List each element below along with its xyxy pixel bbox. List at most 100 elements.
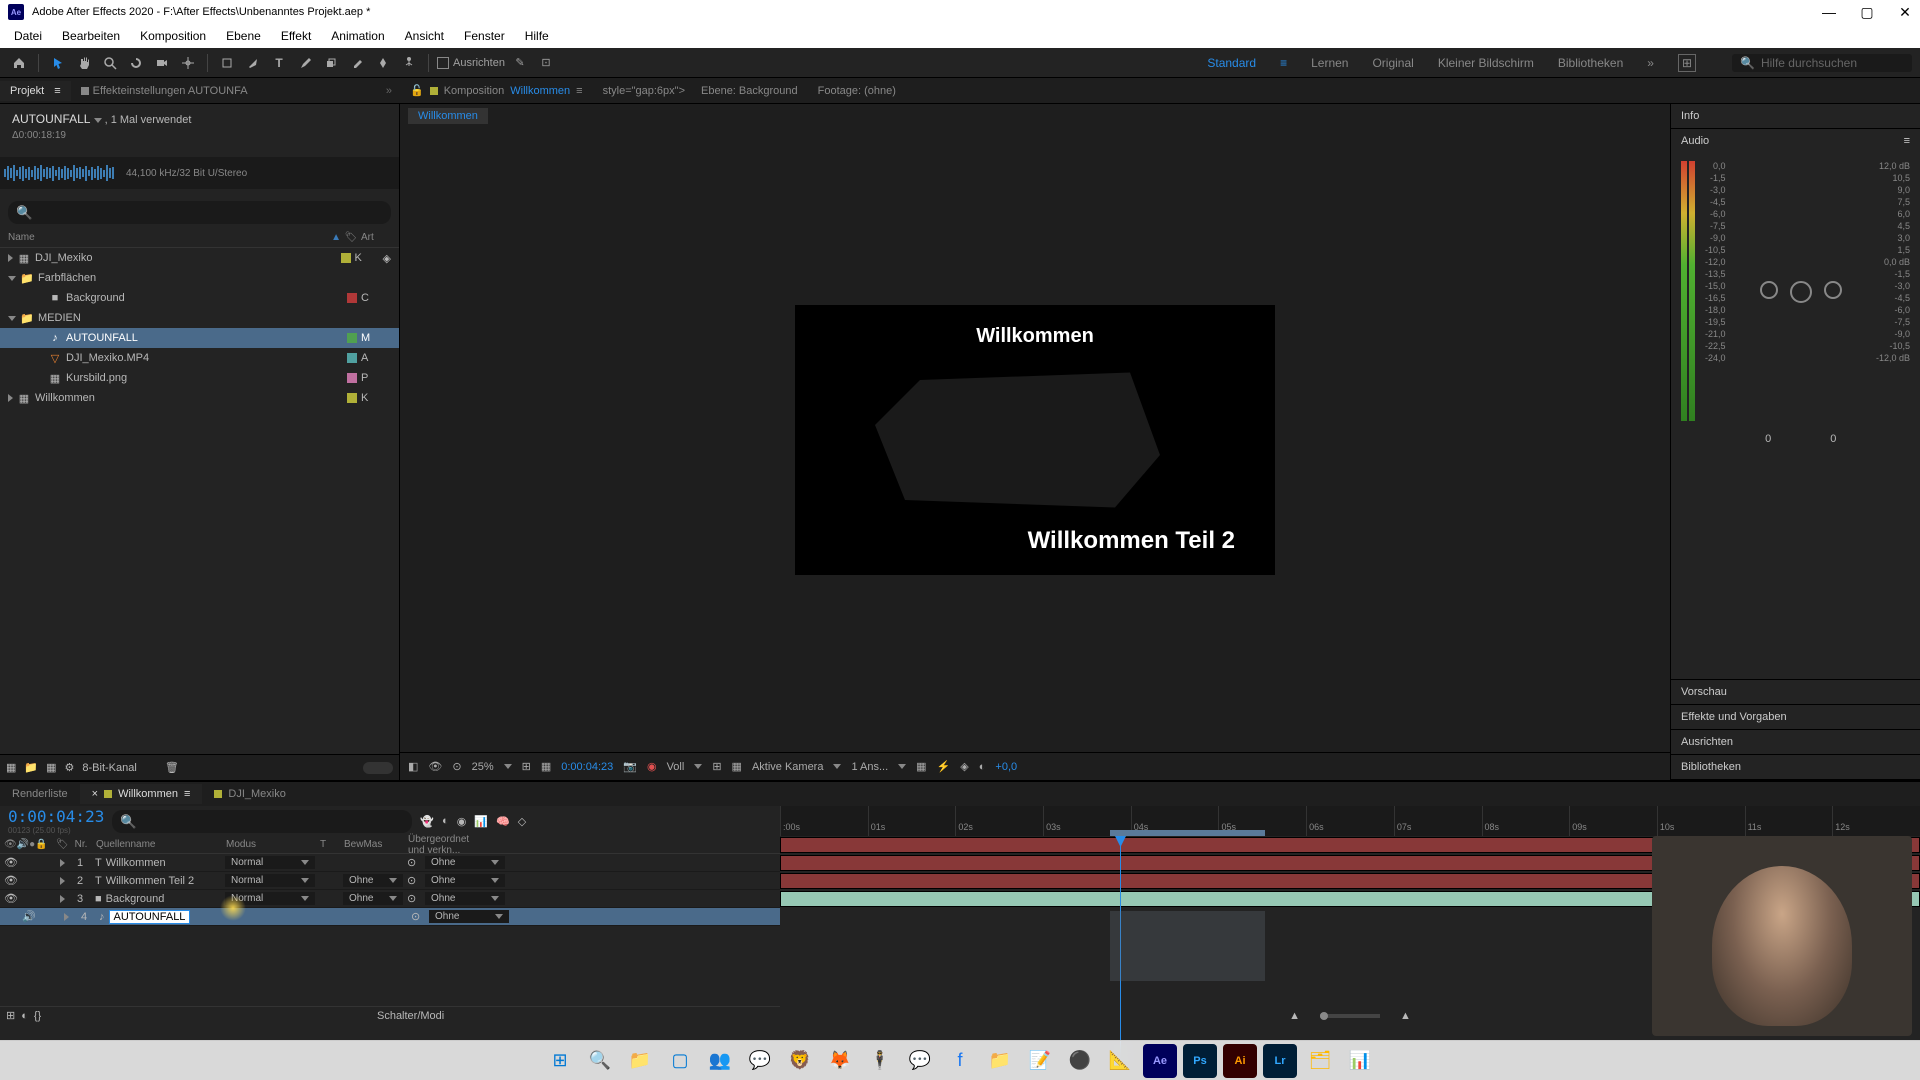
tree-item-image[interactable]: ▦Kursbild.pngP: [0, 368, 399, 388]
comp-breadcrumb[interactable]: Willkommen: [408, 108, 488, 124]
zoom-tool[interactable]: [99, 52, 121, 74]
text-tool[interactable]: T: [268, 52, 290, 74]
ref-icon[interactable]: ◐: [979, 761, 986, 773]
mask-icon[interactable]: ⊙: [452, 760, 461, 773]
views-dropdown[interactable]: 1 Ans...: [851, 761, 888, 773]
frame-blend-icon[interactable]: ◐: [442, 815, 449, 828]
panel-overflow-icon[interactable]: »: [386, 85, 400, 97]
toggle-modes-icon[interactable]: ◐: [21, 1010, 28, 1022]
res-icon[interactable]: ⊞: [522, 760, 531, 773]
menu-item[interactable]: Animation: [323, 27, 392, 45]
exposure-value[interactable]: +0,0: [995, 761, 1017, 773]
workspace-tab[interactable]: Lernen: [1311, 56, 1348, 70]
help-search[interactable]: 🔍 Hilfe durchsuchen: [1732, 54, 1912, 72]
col-type[interactable]: Art: [361, 232, 391, 243]
minimize-button[interactable]: —: [1822, 5, 1836, 19]
layer-tab[interactable]: style="gap:6px">Ebene: Background: [593, 81, 808, 101]
timeline-tab[interactable]: DJI_Mexiko: [202, 784, 297, 804]
search-button[interactable]: 🔍: [583, 1044, 617, 1078]
toggle-layerbar-icon[interactable]: {}: [34, 1010, 41, 1022]
app-icon[interactable]: 🗂: [1303, 1044, 1337, 1078]
obs-icon[interactable]: ⚫: [1063, 1044, 1097, 1078]
layer-row[interactable]: 🔊 4 ♪AUTOUNFALL ⊙ Ohne: [0, 908, 780, 926]
fast-icon[interactable]: ⚡: [937, 760, 951, 773]
lock-icon[interactable]: 🔓: [410, 84, 424, 97]
app-icon[interactable]: 🕴: [863, 1044, 897, 1078]
brainstorm-icon[interactable]: 🧠: [496, 815, 510, 828]
time-display[interactable]: 0:00:04:23: [561, 761, 613, 773]
renderer-dropdown[interactable]: Voll: [667, 761, 685, 773]
timeline-tab[interactable]: ×Willkommen≡: [80, 784, 203, 804]
menu-item[interactable]: Datei: [6, 27, 50, 45]
brush-tool[interactable]: [294, 52, 316, 74]
whatsapp-icon[interactable]: 💬: [743, 1044, 777, 1078]
explorer-icon[interactable]: 📁: [623, 1044, 657, 1078]
menu-item[interactable]: Ansicht: [397, 27, 452, 45]
pixel-icon[interactable]: ▦: [916, 760, 926, 773]
graph-icon[interactable]: 📊: [474, 815, 488, 828]
camera-tool[interactable]: [151, 52, 173, 74]
comp-tab[interactable]: Willkommen: [510, 85, 570, 97]
snap-option-icon[interactable]: ✎: [509, 52, 531, 74]
auto-keyframe-icon[interactable]: ◇: [518, 815, 526, 828]
interpret-icon[interactable]: ▦: [6, 761, 16, 774]
puppet-tool[interactable]: [398, 52, 420, 74]
messenger-icon[interactable]: 💬: [903, 1044, 937, 1078]
guides-icon[interactable]: ▦: [732, 760, 742, 773]
snap-bounds-icon[interactable]: ⊡: [535, 52, 557, 74]
maximize-button[interactable]: ▢: [1860, 5, 1874, 19]
hand-tool[interactable]: [73, 52, 95, 74]
timeline-search[interactable]: [112, 810, 412, 833]
workspace-tab[interactable]: Original: [1372, 56, 1413, 70]
tree-item-video[interactable]: ▽DJI_Mexiko.MP4A: [0, 348, 399, 368]
bpc-button[interactable]: 8-Bit-Kanal: [82, 762, 136, 774]
channel-icon[interactable]: 👁: [428, 760, 442, 773]
tree-item-solid[interactable]: ■BackgroundC: [0, 288, 399, 308]
zoom-in-icon[interactable]: ▲: [1400, 1010, 1411, 1022]
info-panel-header[interactable]: Info: [1671, 104, 1920, 128]
color-icon[interactable]: ◉: [647, 760, 657, 773]
workspace-tab[interactable]: Bibliotheken: [1558, 56, 1623, 70]
renderqueue-tab[interactable]: Renderliste: [0, 784, 80, 804]
facebook-icon[interactable]: f: [943, 1044, 977, 1078]
menu-item[interactable]: Bearbeiten: [54, 27, 128, 45]
work-area[interactable]: [1110, 830, 1265, 836]
menu-item[interactable]: Hilfe: [517, 27, 557, 45]
close-button[interactable]: ✕: [1898, 5, 1912, 19]
workspace-tab[interactable]: Kleiner Bildschirm: [1438, 56, 1534, 70]
toggle-switches-icon[interactable]: ⊞: [6, 1009, 15, 1022]
preview-panel-header[interactable]: Vorschau: [1671, 680, 1920, 704]
project-tab[interactable]: Projekt≡: [0, 81, 71, 101]
workspace-menu-icon[interactable]: ≡: [1280, 56, 1287, 70]
col-name[interactable]: Name: [8, 232, 331, 243]
menu-item[interactable]: Komposition: [132, 27, 214, 45]
comp-tab-menu-icon[interactable]: ≡: [576, 85, 582, 97]
effects-tab[interactable]: Effekteinstellungen AUTOUNFA: [71, 81, 258, 101]
search-toggle[interactable]: [363, 762, 393, 774]
timecode[interactable]: 0:00:04:23: [8, 807, 104, 826]
snapshot-icon[interactable]: 📷: [623, 760, 637, 773]
menu-item[interactable]: Ebene: [218, 27, 269, 45]
workspace-grid-icon[interactable]: ⊞: [1678, 54, 1696, 72]
layer-row[interactable]: 👁 2 TWillkommen Teil 2 Normal Ohne ⊙ Ohn…: [0, 872, 780, 890]
workspace-overflow-icon[interactable]: »: [1647, 56, 1654, 70]
notes-icon[interactable]: 📝: [1023, 1044, 1057, 1078]
layer-row[interactable]: 👁 1 TWillkommen Normal ⊙ Ohne: [0, 854, 780, 872]
snap-checkbox[interactable]: Ausrichten: [437, 57, 505, 69]
transparency-icon[interactable]: ▦: [541, 760, 551, 773]
home-button[interactable]: [8, 52, 30, 74]
rotation-tool[interactable]: [125, 52, 147, 74]
taskview-icon[interactable]: ▢: [663, 1044, 697, 1078]
time-ruler[interactable]: :00s01s02s03s04s05s06s07s08s09s10s11s12s: [780, 806, 1920, 836]
viewer-canvas[interactable]: Willkommen Willkommen Teil 2: [400, 128, 1670, 752]
settings-icon[interactable]: ⚙: [65, 761, 75, 774]
footage-tab[interactable]: Footage: (ohne): [808, 81, 906, 101]
roto-tool[interactable]: [372, 52, 394, 74]
alpha-icon[interactable]: ◧: [408, 760, 418, 773]
lightroom-icon[interactable]: Lr: [1263, 1044, 1297, 1078]
new-folder-icon[interactable]: 📁: [24, 761, 38, 774]
tree-item-comp[interactable]: ▦DJI_MexikoK◈: [0, 248, 399, 268]
tree-item-comp[interactable]: ▦WillkommenK: [0, 388, 399, 408]
layer-row[interactable]: 👁 3 ■Background Normal Ohne ⊙ Ohne: [0, 890, 780, 908]
tree-item-folder[interactable]: 📁Farbflächen: [0, 268, 399, 288]
